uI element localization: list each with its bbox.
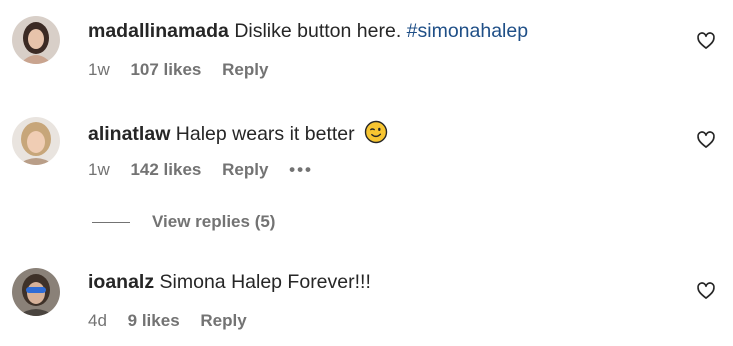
replies-divider-line bbox=[92, 222, 130, 224]
avatar[interactable] bbox=[12, 16, 60, 64]
more-options-button[interactable]: ••• bbox=[289, 160, 313, 179]
comment-text: Simona Halep Forever!!! bbox=[159, 271, 371, 293]
comment-text: Dislike button here. bbox=[234, 20, 402, 42]
heart-outline-icon[interactable] bbox=[696, 130, 716, 150]
comment-username[interactable]: ioanalz bbox=[88, 271, 154, 293]
comment-timestamp[interactable]: 4d bbox=[88, 311, 107, 330]
view-replies-button[interactable]: View replies (5) bbox=[92, 212, 275, 234]
comment-username[interactable]: madallinamada bbox=[88, 20, 229, 42]
hashtag-link[interactable]: #simonahalep bbox=[407, 20, 528, 42]
reply-button[interactable]: Reply bbox=[222, 160, 268, 179]
comment-text: Halep wears it better bbox=[175, 123, 355, 145]
comment-timestamp[interactable]: 1w bbox=[88, 160, 110, 179]
heart-outline-icon[interactable] bbox=[696, 31, 716, 51]
view-replies-label: View replies (5) bbox=[152, 212, 276, 231]
comment-username[interactable]: alinatlaw bbox=[88, 123, 170, 145]
heart-outline-icon[interactable] bbox=[696, 281, 716, 301]
avatar[interactable] bbox=[12, 268, 60, 316]
reply-button[interactable]: Reply bbox=[222, 60, 268, 79]
winking-face-emoji bbox=[364, 120, 388, 144]
reply-button[interactable]: Reply bbox=[200, 311, 246, 330]
comment-timestamp[interactable]: 1w bbox=[88, 60, 110, 79]
likes-count[interactable]: 107 likes bbox=[130, 60, 201, 79]
likes-count[interactable]: 142 likes bbox=[130, 160, 201, 179]
likes-count[interactable]: 9 likes bbox=[128, 311, 180, 330]
avatar[interactable] bbox=[12, 117, 60, 165]
